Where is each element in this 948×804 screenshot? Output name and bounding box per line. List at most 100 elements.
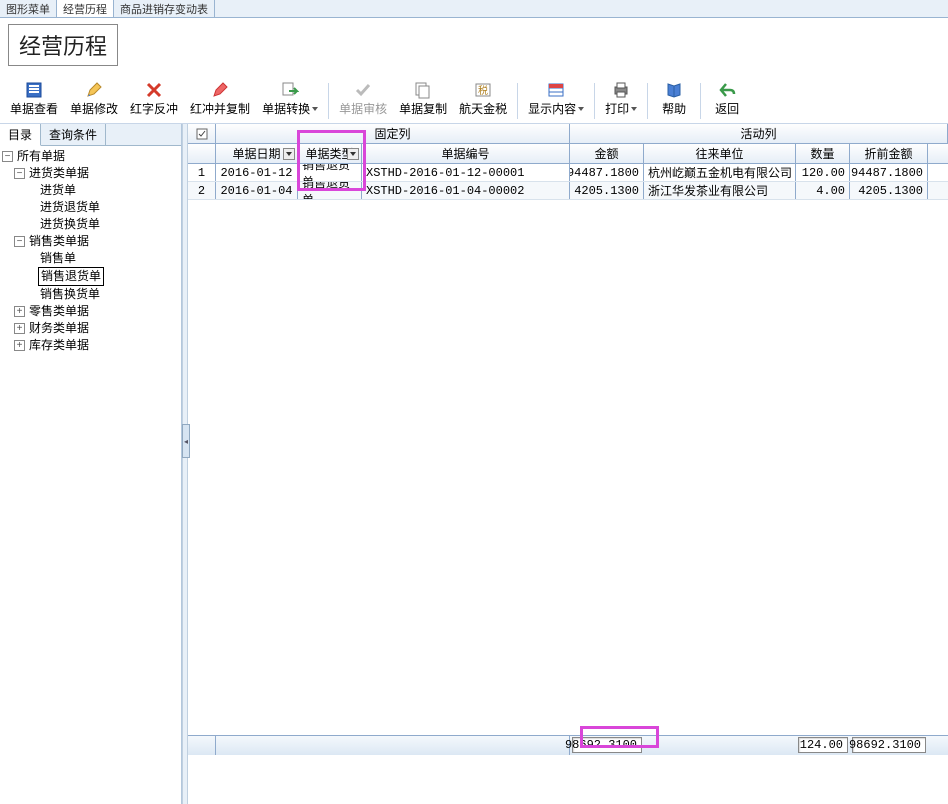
help-label: 帮助 bbox=[662, 100, 686, 117]
header-amt[interactable]: 金额 bbox=[570, 144, 644, 163]
chevron-down-icon[interactable] bbox=[347, 148, 359, 160]
audit-button: 单据审核 bbox=[333, 78, 393, 119]
header-no[interactable]: 单据编号 bbox=[362, 144, 570, 163]
cell-date: 2016-01-04 bbox=[216, 182, 298, 199]
help-button[interactable]: 帮助 bbox=[652, 78, 696, 119]
copy-icon bbox=[413, 80, 433, 100]
edit-button[interactable]: 单据修改 bbox=[64, 78, 124, 119]
copy-button[interactable]: 单据复制 bbox=[393, 78, 453, 119]
redcopy-label: 红冲并复制 bbox=[190, 100, 250, 117]
footer-qty: 124.00 bbox=[798, 737, 848, 753]
tax-label: 航天金税 bbox=[459, 100, 507, 117]
back-button[interactable]: 返回 bbox=[705, 78, 749, 119]
col-selector[interactable] bbox=[188, 124, 216, 143]
chevron-down-icon[interactable] bbox=[578, 107, 584, 111]
tree-p3[interactable]: 进货换货单 bbox=[2, 216, 179, 233]
chevron-down-icon[interactable] bbox=[283, 148, 295, 160]
chevron-down-icon[interactable] bbox=[631, 107, 637, 111]
table-row[interactable]: 2 2016-01-04 销售退货单 XSTHD-2016-01-04-0000… bbox=[188, 182, 948, 200]
red-label: 红字反冲 bbox=[130, 100, 178, 117]
red-reverse-button[interactable]: 红字反冲 bbox=[124, 78, 184, 119]
header-type[interactable]: 单据类型 bbox=[298, 144, 362, 163]
chevron-down-icon[interactable] bbox=[312, 107, 318, 111]
convert-icon bbox=[280, 80, 300, 100]
print-label: 打印 bbox=[605, 100, 629, 117]
footer-totals: 98692.3100 124.00 98692.3100 bbox=[188, 735, 948, 755]
svg-text:税: 税 bbox=[478, 84, 488, 97]
grid-col-header: 单据日期 单据类型 单据编号 金额 往来单位 数量 折前金额 bbox=[188, 144, 948, 164]
tree-p2[interactable]: 进货退货单 bbox=[2, 199, 179, 216]
toolbar-separator bbox=[517, 83, 518, 119]
grid-group-header: 固定列 活动列 bbox=[188, 124, 948, 144]
tree-s2[interactable]: 销售退货单 bbox=[2, 267, 179, 286]
header-qty[interactable]: 数量 bbox=[796, 144, 850, 163]
display-label: 显示内容 bbox=[528, 100, 576, 117]
cell-idx: 2 bbox=[188, 182, 216, 199]
tree-retail[interactable]: +零售类单据 bbox=[2, 303, 179, 320]
page-title: 经营历程 bbox=[8, 24, 118, 66]
check-icon bbox=[353, 80, 373, 100]
tree-stock[interactable]: +库存类单据 bbox=[2, 337, 179, 354]
cell-unit: 杭州屹巅五金机电有限公司 bbox=[644, 164, 796, 181]
cell-pre: 94487.1800 bbox=[850, 164, 928, 181]
top-tab-graphics[interactable]: 图形菜单 bbox=[0, 0, 57, 17]
cell-date: 2016-01-12 bbox=[216, 164, 298, 181]
grid-icon bbox=[546, 80, 566, 100]
toolbar-separator bbox=[328, 83, 329, 119]
tree-sales[interactable]: −销售类单据 bbox=[2, 233, 179, 250]
cell-qty: 120.00 bbox=[796, 164, 850, 181]
tab-query[interactable]: 查询条件 bbox=[41, 124, 106, 145]
tree-purchase[interactable]: −进货类单据 bbox=[2, 165, 179, 182]
toolbar-separator bbox=[594, 83, 595, 119]
document-icon bbox=[24, 80, 44, 100]
convert-button[interactable]: 单据转换 bbox=[256, 78, 324, 119]
top-tabs: 图形菜单 经营历程 商品进销存变动表 bbox=[0, 0, 948, 18]
top-tab-history[interactable]: 经营历程 bbox=[57, 0, 114, 17]
book-icon bbox=[664, 80, 684, 100]
cell-unit: 浙江华发茶业有限公司 bbox=[644, 182, 796, 199]
tree-all[interactable]: −所有单据 bbox=[2, 148, 179, 165]
grid-panel: 固定列 活动列 单据日期 单据类型 单据编号 金额 往来单位 数量 折前金额 1… bbox=[188, 124, 948, 804]
back-icon bbox=[717, 80, 737, 100]
group-active: 活动列 bbox=[570, 124, 948, 143]
tab-catalog[interactable]: 目录 bbox=[0, 124, 41, 146]
tree-p1[interactable]: 进货单 bbox=[2, 182, 179, 199]
footer-pre: 98692.3100 bbox=[852, 737, 926, 753]
pencil-icon bbox=[84, 80, 104, 100]
table-row[interactable]: 1 2016-01-12 销售退货单 XSTHD-2016-01-12-0000… bbox=[188, 164, 948, 182]
cell-amt: 94487.1800 bbox=[570, 164, 644, 181]
toolbar-separator bbox=[647, 83, 648, 119]
tree-finance[interactable]: +财务类单据 bbox=[2, 320, 179, 337]
convert-label: 单据转换 bbox=[262, 100, 310, 117]
cell-type: 销售退货单 bbox=[298, 164, 362, 181]
audit-label: 单据审核 bbox=[339, 100, 387, 117]
red-copy-button[interactable]: 红冲并复制 bbox=[184, 78, 256, 119]
top-tab-stockflow[interactable]: 商品进销存变动表 bbox=[114, 0, 215, 17]
footer-amt: 98692.3100 bbox=[572, 737, 642, 753]
tree-s3[interactable]: 销售换货单 bbox=[2, 286, 179, 303]
left-panel: 目录 查询条件 −所有单据 −进货类单据 进货单 进货退货单 进货换货单 −销售… bbox=[0, 124, 182, 804]
group-fixed: 固定列 bbox=[216, 124, 570, 143]
edit-label: 单据修改 bbox=[70, 100, 118, 117]
header-pre[interactable]: 折前金额 bbox=[850, 144, 928, 163]
red-x-icon bbox=[144, 80, 164, 100]
toolbar-separator bbox=[700, 83, 701, 119]
red-pencil-icon bbox=[210, 80, 230, 100]
cell-pre: 4205.1300 bbox=[850, 182, 928, 199]
printer-icon bbox=[611, 80, 631, 100]
toolbar: 单据查看 单据修改 红字反冲 红冲并复制 单据转换 单据审核 单据复制 税 航天… bbox=[0, 76, 948, 124]
print-button[interactable]: 打印 bbox=[599, 78, 643, 119]
header-unit[interactable]: 往来单位 bbox=[644, 144, 796, 163]
copy-label: 单据复制 bbox=[399, 100, 447, 117]
cell-type: 销售退货单 bbox=[298, 182, 362, 199]
cell-idx: 1 bbox=[188, 164, 216, 181]
header-date[interactable]: 单据日期 bbox=[216, 144, 298, 163]
view-button[interactable]: 单据查看 bbox=[4, 78, 64, 119]
header-idx bbox=[188, 144, 216, 163]
tax-button[interactable]: 税 航天金税 bbox=[453, 78, 513, 119]
cell-amt: 4205.1300 bbox=[570, 182, 644, 199]
tree-s1[interactable]: 销售单 bbox=[2, 250, 179, 267]
tax-icon: 税 bbox=[473, 80, 493, 100]
cell-no: XSTHD-2016-01-12-00001 bbox=[362, 164, 570, 181]
display-button[interactable]: 显示内容 bbox=[522, 78, 590, 119]
